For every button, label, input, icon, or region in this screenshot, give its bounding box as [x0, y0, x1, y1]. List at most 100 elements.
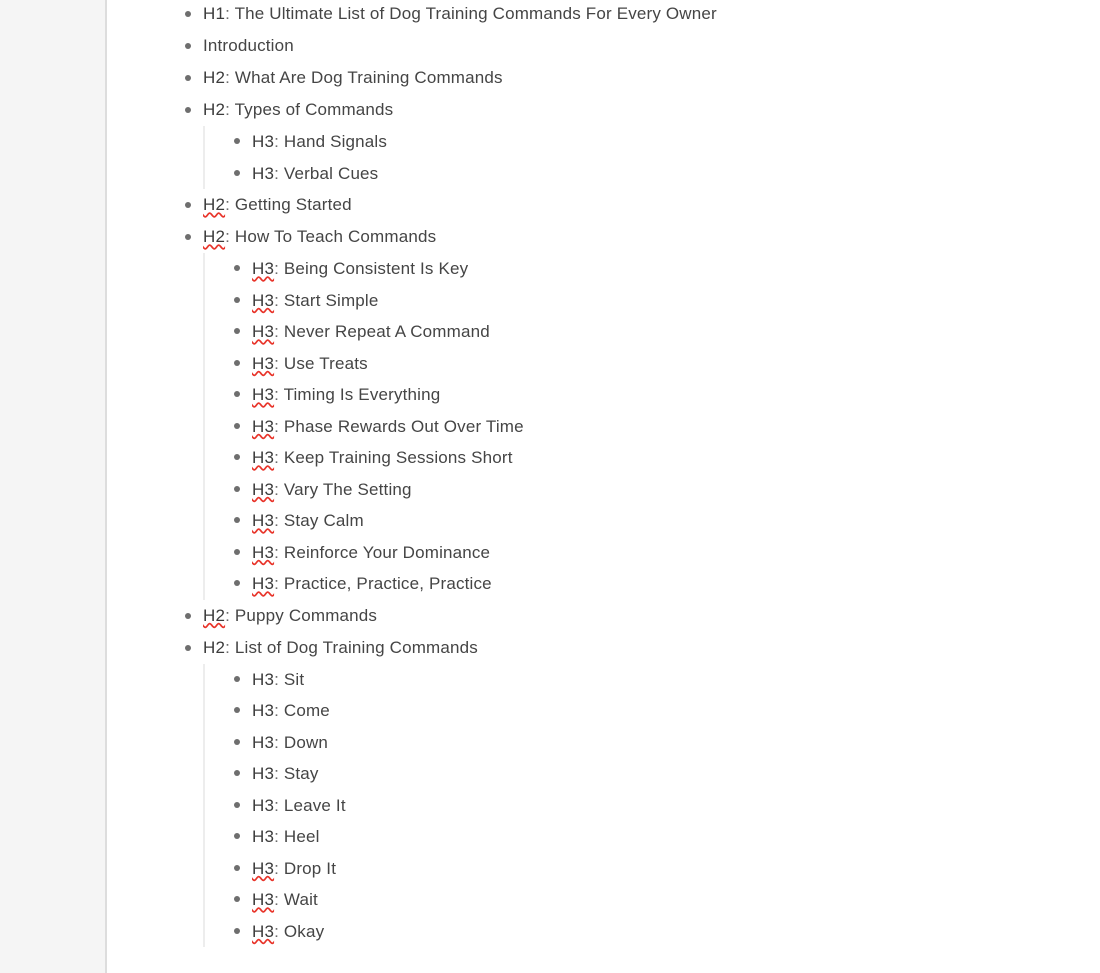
- tag-colon: :: [225, 227, 235, 246]
- outline-item-text: H3: Drop It: [252, 853, 336, 885]
- outline-item-label: Phase Rewards Out Over Time: [283, 416, 524, 436]
- outline-item[interactable]: H3: Timing Is Everything: [234, 379, 1100, 411]
- outline-item[interactable]: H3: Reinforce Your Dominance: [234, 537, 1100, 569]
- outline-item[interactable]: H3: Vary The Setting: [234, 474, 1100, 506]
- tag-colon: :: [274, 416, 284, 436]
- outline-item[interactable]: H3: Keep Training Sessions Short: [234, 442, 1100, 474]
- heading-tag: H3: [252, 732, 275, 752]
- heading-tag-misspelled: H3: [252, 511, 275, 530]
- outline-item[interactable]: H3: Come: [234, 695, 1100, 727]
- outline-item[interactable]: H3: Start Simple: [234, 285, 1100, 317]
- outline-item[interactable]: H3: Heel: [234, 821, 1100, 853]
- outline-item[interactable]: H2: Types of Commands H3: Hand Signals H3:…: [185, 94, 1100, 190]
- bullet-icon: [185, 202, 191, 208]
- outline-item[interactable]: H3: Being Consistent Is Key: [234, 253, 1100, 285]
- bullet-icon: [234, 296, 240, 303]
- heading-tag: H2: [203, 637, 226, 657]
- tag-colon: :: [225, 195, 235, 214]
- tag-colon: :: [274, 448, 284, 467]
- tag-colon: :: [274, 542, 284, 562]
- outline-item-label: The Ultimate List of Dog Training Comman…: [234, 4, 717, 23]
- bullet-icon: [234, 707, 240, 713]
- outline-item[interactable]: H3: Verbal Cues: [234, 158, 1100, 190]
- outline-item[interactable]: H3: Hand Signals: [234, 126, 1100, 158]
- heading-tag: H1: [203, 4, 226, 23]
- outline-item-label: Come: [283, 701, 330, 720]
- outline-item-text: H3: Sit: [252, 664, 304, 696]
- outline-tree: H1: The Ultimate List of Dog Training Co…: [107, 0, 1100, 947]
- outline-item[interactable]: H2: Getting Started: [185, 189, 1100, 221]
- outline-item[interactable]: H3: Never Repeat A Command: [234, 316, 1100, 348]
- tag-colon: :: [274, 163, 284, 183]
- outline-item[interactable]: H3: Stay Calm: [234, 505, 1100, 537]
- bullet-icon: [185, 234, 191, 240]
- heading-tag: H3: [252, 795, 275, 815]
- outline-item-text: H3: Reinforce Your Dominance: [252, 537, 490, 569]
- outline-item-text: H2: Getting Started: [203, 189, 352, 221]
- heading-tag: H2: [203, 68, 226, 87]
- heading-tag-misspelled: H3: [252, 385, 275, 404]
- outline-item-label: Practice, Practice, Practice: [283, 574, 492, 593]
- outline-item[interactable]: H1: The Ultimate List of Dog Training Co…: [185, 0, 1100, 30]
- bullet-icon: [234, 801, 240, 808]
- bullet-icon: [234, 485, 240, 492]
- heading-tag-misspelled: H2: [203, 195, 226, 214]
- tag-colon: :: [225, 637, 235, 657]
- document-content-pane[interactable]: H1: The Ultimate List of Dog Training Co…: [107, 0, 1100, 973]
- bullet-icon: [234, 927, 240, 934]
- outline-item[interactable]: H3: Practice, Practice, Practice: [234, 568, 1100, 600]
- outline-item[interactable]: H2: How To Teach Commands H3: Being Consi…: [185, 221, 1100, 600]
- heading-tag-misspelled: H3: [252, 416, 275, 436]
- bullet-icon: [185, 107, 191, 113]
- outline-item-label: List of Dog Training Commands: [234, 637, 478, 657]
- outline-item-label: Reinforce Your Dominance: [283, 542, 491, 562]
- outline-item-text: H2: How To Teach Commands: [203, 221, 436, 253]
- outline-item-label: How To Teach Commands: [234, 227, 437, 246]
- outline-item[interactable]: H2: Puppy Commands: [185, 600, 1100, 632]
- outline-item[interactable]: H3: Okay: [234, 916, 1100, 948]
- outline-item[interactable]: H3: Drop It: [234, 853, 1100, 885]
- tag-colon: :: [274, 479, 284, 499]
- outline-item-text: H3: Stay Calm: [252, 505, 364, 537]
- outline-item[interactable]: H3: Leave It: [234, 790, 1100, 822]
- tag-colon: :: [225, 68, 235, 87]
- heading-tag-misspelled: H3: [252, 542, 275, 562]
- outline-item[interactable]: H3: Sit: [234, 664, 1100, 696]
- tag-colon: :: [225, 4, 235, 23]
- outline-item[interactable]: H3: Down: [234, 727, 1100, 759]
- outline-item-label: Sit: [283, 669, 305, 689]
- tag-colon: :: [274, 827, 284, 846]
- outline-item-text: H3: Wait: [252, 884, 318, 916]
- outline-item-text: H3: Heel: [252, 821, 320, 853]
- heading-tag-misspelled: H3: [252, 479, 275, 499]
- outline-item-label: Start Simple: [283, 290, 379, 310]
- outline-item-label: Getting Started: [234, 195, 352, 214]
- outline-item[interactable]: Introduction: [185, 30, 1100, 62]
- outline-item-label: Never Repeat A Command: [283, 322, 490, 341]
- tag-colon: :: [274, 669, 284, 689]
- outline-item-text: H3: Come: [252, 695, 330, 727]
- outline-item-label: Leave It: [283, 795, 346, 815]
- heading-tag-misspelled: H3: [252, 259, 275, 278]
- tag-colon: :: [274, 701, 284, 720]
- outline-item-text: H3: Timing Is Everything: [252, 379, 440, 411]
- heading-tag-misspelled: H3: [252, 921, 275, 941]
- outline-item[interactable]: H2: List of Dog Training Commands H3: Sit…: [185, 632, 1100, 948]
- outline-item[interactable]: H3: Stay: [234, 758, 1100, 790]
- heading-tag: H2: [203, 100, 226, 119]
- tag-colon: :: [274, 385, 284, 404]
- heading-tag: H3: [252, 132, 275, 151]
- outline-item[interactable]: H3: Use Treats: [234, 348, 1100, 380]
- bullet-icon: [185, 644, 191, 651]
- bullet-icon: [234, 138, 240, 144]
- outline-item-text: H1: The Ultimate List of Dog Training Co…: [203, 0, 717, 30]
- outline-item-text: Introduction: [203, 30, 294, 62]
- heading-tag-misspelled: H3: [252, 290, 275, 310]
- outline-item[interactable]: H3: Phase Rewards Out Over Time: [234, 411, 1100, 443]
- bullet-icon: [185, 75, 191, 81]
- outline-item-label: Types of Commands: [234, 100, 394, 119]
- outline-item-text: H3: Okay: [252, 916, 324, 948]
- outline-item[interactable]: H3: Wait: [234, 884, 1100, 916]
- outline-item[interactable]: H2: What Are Dog Training Commands: [185, 62, 1100, 94]
- outline-list-level-2: H3: Sit H3: Come H3: Down H3: Stay H3: Leave…: [203, 663, 1100, 948]
